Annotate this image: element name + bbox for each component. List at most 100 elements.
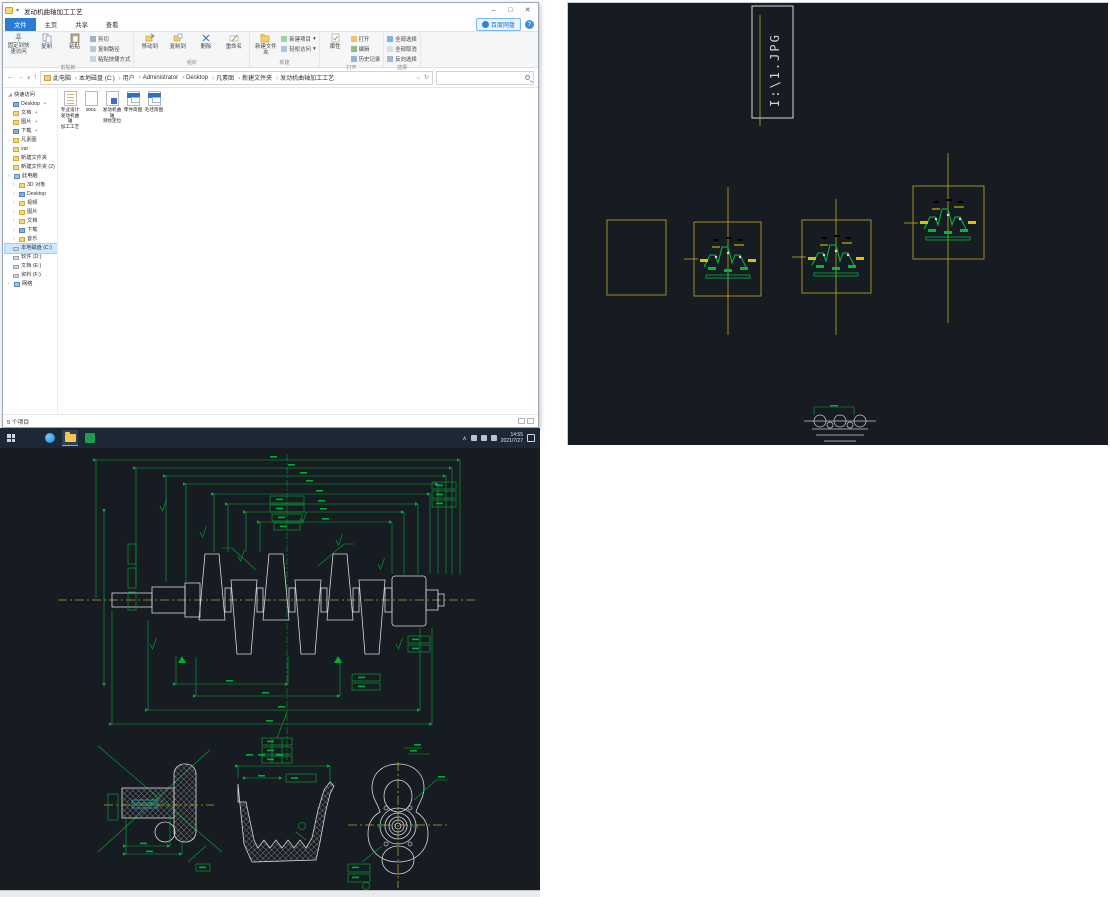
sidebar-item-new-folder-2[interactable]: 新建文件夹 (2) bbox=[5, 163, 57, 172]
breadcrumb[interactable]: 此电脑 bbox=[53, 73, 71, 82]
breadcrumb[interactable]: 发动机曲轴加工工艺 bbox=[274, 73, 334, 82]
list-view-icon[interactable] bbox=[518, 418, 525, 424]
sidebar-network[interactable]: › 网络 bbox=[5, 280, 57, 289]
image-filename-label: I:\1.JPG bbox=[768, 33, 782, 107]
taskbar-cad-button[interactable] bbox=[82, 430, 98, 446]
sidebar-item-desktop[interactable]: Desktop ✦ bbox=[5, 100, 57, 109]
close-button[interactable]: ✕ bbox=[519, 4, 536, 18]
open-button[interactable]: 打开 bbox=[350, 35, 381, 43]
boxed-label-text-marks bbox=[267, 484, 443, 761]
cut-button[interactable]: 剪切 bbox=[90, 35, 130, 43]
pen-tray-icon[interactable] bbox=[470, 435, 477, 441]
pin-to-quick-access-button[interactable]: 固定到快速访问 bbox=[6, 33, 31, 55]
new-item-button[interactable]: 新建项目 ▾ bbox=[281, 35, 316, 43]
sidebar-item-documents[interactable]: 文档 ✦ bbox=[5, 109, 57, 118]
refresh-icon[interactable]: ↻ bbox=[424, 74, 429, 81]
forward-button[interactable]: → bbox=[17, 74, 24, 81]
sidebar-item-pictures[interactable]: 图片 ✦ bbox=[5, 118, 57, 127]
files-pane[interactable]: 专业设计 发动机曲轴 加工工艺 0001 发动机曲轴 测绘定位 零件简图 毛坯简… bbox=[58, 88, 538, 414]
cad-viewport-top[interactable]: I:\1.JPG bbox=[567, 2, 1108, 445]
file-item[interactable]: 毛坯简图 bbox=[144, 91, 164, 113]
new-folder-button[interactable]: 新建文件夹 bbox=[253, 33, 278, 56]
paste-shortcut-button[interactable]: 粘贴快捷方式 bbox=[90, 55, 130, 63]
cad-viewport-bottom[interactable] bbox=[0, 448, 540, 890]
sidebar-item-new-folder[interactable]: 新建文件夹 bbox=[5, 154, 57, 163]
sidebar-item-drive-f[interactable]: 资料 (F:) bbox=[5, 271, 57, 280]
move-to-button[interactable]: 移动到 bbox=[137, 33, 162, 50]
thumbnail-view-icon[interactable] bbox=[527, 418, 534, 424]
breadcrumb[interactable]: 新建文件夹 bbox=[236, 73, 272, 82]
tray-expand-icon[interactable]: ∧ bbox=[462, 435, 466, 442]
ribbon-group-open: 属性 打开 编辑 历史记录 打开 bbox=[320, 32, 385, 71]
edit-button[interactable]: 编辑 bbox=[350, 45, 381, 53]
sidebar-item-var[interactable]: var bbox=[5, 145, 57, 154]
search-box[interactable] bbox=[436, 70, 534, 85]
title-bar[interactable]: ▾ 发动机曲轴加工工艺 – □ ✕ bbox=[3, 3, 538, 18]
copy-button[interactable]: 复制 bbox=[34, 33, 59, 50]
address-bar[interactable]: 此电脑 本地磁盘 (C:) 用户 Administrator Desktop 凡… bbox=[40, 70, 433, 85]
sidebar-item-fansutu[interactable]: 凡素图 bbox=[5, 136, 57, 145]
sidebar-item-local-disk-c[interactable]: 本地磁盘 (C:) bbox=[4, 243, 57, 254]
start-button[interactable] bbox=[0, 434, 22, 442]
file-item[interactable]: 发动机曲轴 测绘定位 bbox=[102, 91, 122, 124]
quick-access-toolbar-icon[interactable]: ▾ bbox=[16, 7, 19, 14]
baidu-netdisk-button[interactable]: 百度网盘 bbox=[475, 18, 521, 31]
sidebar-item-pictures-pc[interactable]: › 图片 bbox=[5, 208, 57, 217]
sidebar-item-music[interactable]: › 音乐 bbox=[5, 235, 57, 244]
tab-share[interactable]: 共享 bbox=[66, 18, 97, 31]
search-input[interactable] bbox=[440, 74, 525, 81]
address-dropdown-icon[interactable]: ⌄ bbox=[416, 74, 421, 81]
tab-file[interactable]: 文件 bbox=[5, 18, 36, 31]
up-button[interactable]: ↑ bbox=[34, 74, 38, 81]
breadcrumb[interactable]: 凡素图 bbox=[210, 73, 234, 82]
delete-button[interactable]: 删除 bbox=[193, 33, 218, 50]
maximize-button[interactable]: □ bbox=[502, 4, 519, 18]
back-button[interactable]: ← bbox=[7, 74, 14, 81]
sidebar-item-downloads[interactable]: 下载 ✦ bbox=[5, 127, 57, 136]
properties-button[interactable]: 属性 bbox=[323, 33, 348, 50]
taskbar-explorer-button[interactable] bbox=[62, 430, 78, 446]
breadcrumb[interactable]: 用户 bbox=[117, 73, 135, 82]
file-item[interactable]: 零件简图 bbox=[123, 91, 143, 113]
sidebar-item-3d-objects[interactable]: › 3D 对象 bbox=[5, 181, 57, 190]
network-tray-icon[interactable] bbox=[490, 435, 497, 441]
taskbar-clock[interactable]: 14:55 2021/7/27 bbox=[501, 432, 523, 445]
breadcrumb[interactable]: Desktop bbox=[180, 75, 208, 81]
sidebar-item-drive-e[interactable]: 文档 (E:) bbox=[5, 262, 57, 271]
select-none-button[interactable]: 全部取消 bbox=[387, 45, 417, 53]
breadcrumb[interactable]: 本地磁盘 (C:) bbox=[73, 73, 115, 82]
taskbar-browser-button[interactable] bbox=[42, 430, 58, 446]
history-button[interactable]: 历史记录 bbox=[350, 55, 380, 63]
easy-access-button[interactable]: 轻松访问 ▾ bbox=[281, 45, 316, 53]
volume-icon[interactable] bbox=[480, 435, 487, 441]
window-edge-strip bbox=[0, 890, 540, 897]
copy-path-button[interactable]: 复制路径 bbox=[90, 45, 130, 53]
select-all-button[interactable]: 全部选择 bbox=[387, 35, 417, 43]
minimize-button[interactable]: – bbox=[485, 4, 502, 18]
cad-drawing-blocks: I:\1.JPG bbox=[606, 5, 985, 442]
help-icon[interactable]: ? bbox=[525, 20, 534, 29]
sidebar-quick-access[interactable]: ◢ 快速访问 bbox=[5, 91, 57, 100]
ribbon-tabs: 文件 主页 共享 查看 百度网盘 ? bbox=[3, 18, 538, 32]
action-center-icon[interactable] bbox=[527, 434, 535, 442]
sidebar-item-desktop-pc[interactable]: › Desktop bbox=[5, 190, 57, 199]
sidebar-this-pc[interactable]: › 此电脑 bbox=[5, 172, 57, 181]
invert-selection-button[interactable]: 反向选择 bbox=[387, 55, 417, 63]
copy-to-button[interactable]: 复制到 bbox=[165, 33, 190, 50]
small-crankshaft-view bbox=[804, 405, 876, 442]
sidebar-item-downloads-pc[interactable]: › 下载 bbox=[5, 226, 57, 235]
tab-view[interactable]: 查看 bbox=[97, 18, 128, 31]
rename-button[interactable]: 重命名 bbox=[221, 33, 246, 50]
tab-home[interactable]: 主页 bbox=[36, 18, 67, 31]
explorer-app-icon bbox=[5, 7, 13, 14]
sidebar-item-documents-pc[interactable]: › 文档 bbox=[5, 217, 57, 226]
paste-button[interactable]: 粘贴 bbox=[62, 33, 87, 50]
recent-locations-icon[interactable]: ▾ bbox=[27, 74, 31, 82]
breadcrumb[interactable]: Administrator bbox=[137, 75, 178, 81]
sidebar-item-videos[interactable]: › 视频 bbox=[5, 199, 57, 208]
windows-logo-icon bbox=[7, 434, 15, 442]
sidebar-item-drive-d[interactable]: 软件 (D:) bbox=[5, 253, 57, 262]
file-item[interactable]: 0001 bbox=[81, 91, 101, 113]
file-item[interactable]: 专业设计 发动机曲轴 加工工艺 bbox=[60, 91, 80, 129]
dwg-file-icon bbox=[147, 91, 161, 106]
